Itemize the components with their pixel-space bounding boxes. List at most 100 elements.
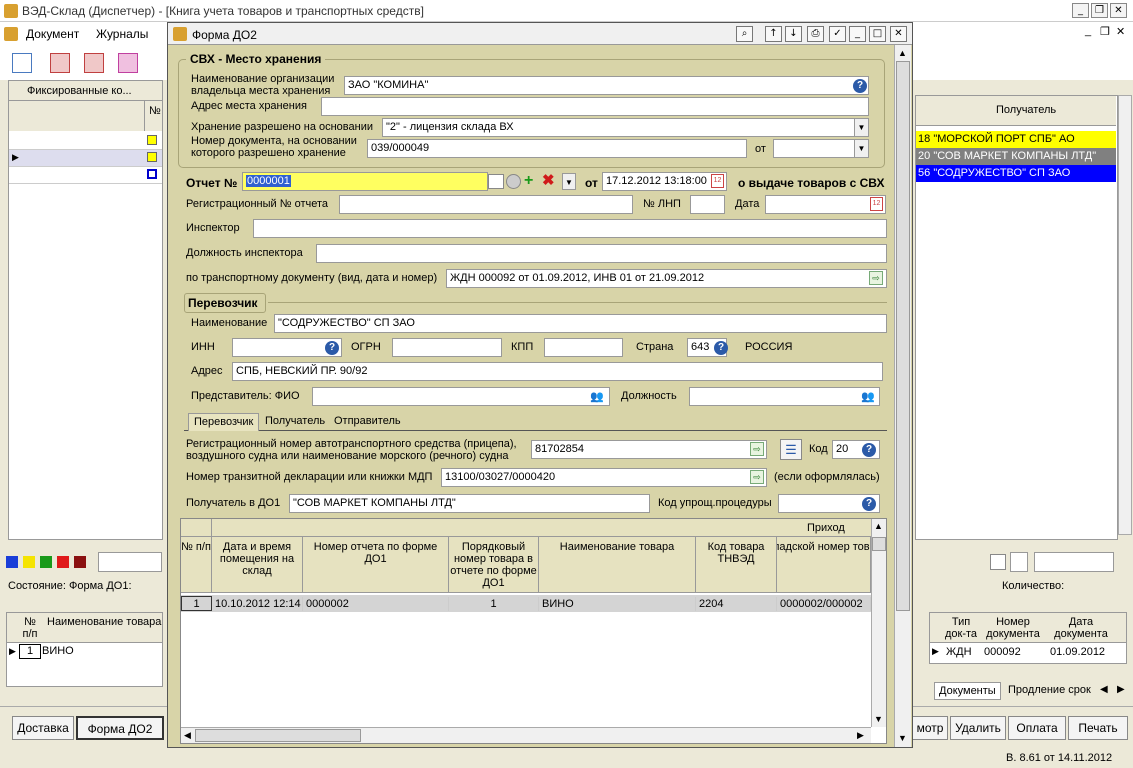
help-icon[interactable]: ? [862, 497, 876, 511]
table-row[interactable]: 1 10.10.2012 12:14 0000002 1 ВИНО 2204 0… [181, 595, 871, 612]
book-icon[interactable] [84, 53, 104, 73]
delivery-button[interactable]: Доставка [12, 716, 74, 740]
report-date-field[interactable]: 17.12.2012 13:18:00 [602, 172, 727, 191]
table-row[interactable]: 18 "МОРСКОЙ ПОРТ СПБ" АО [916, 131, 1116, 148]
report-number-field[interactable]: 0000001 [242, 172, 488, 191]
col-num[interactable]: № п/п [181, 537, 212, 593]
lnp-field[interactable] [690, 195, 725, 214]
inspector-field[interactable] [253, 219, 887, 238]
scroll-down-icon[interactable]: ▼ [898, 733, 907, 743]
print-button[interactable]: Печать [1068, 716, 1128, 740]
check-icon[interactable]: ✓ [829, 26, 846, 42]
chevron-down-icon[interactable]: ▼ [854, 119, 868, 136]
clear-icon[interactable] [506, 174, 521, 189]
edit-icon[interactable] [990, 554, 1006, 570]
chevron-down-icon[interactable]: ▼ [562, 173, 576, 190]
help-icon[interactable]: ? [862, 443, 876, 457]
tab-scroll-left-icon[interactable]: ◀ [1100, 684, 1108, 695]
scroll-thumb[interactable] [872, 537, 886, 551]
close-icon[interactable]: ✕ [890, 26, 907, 42]
people-icon[interactable]: 👥 [589, 390, 605, 404]
minimize-icon[interactable]: _ [849, 26, 866, 42]
payment-button[interactable]: Оплата [1008, 716, 1066, 740]
color-swatch[interactable] [40, 556, 52, 568]
color-swatch[interactable] [23, 556, 35, 568]
org-field[interactable]: ЗАО "КОМИНА" [344, 76, 869, 95]
chevron-down-icon[interactable]: ▼ [854, 140, 868, 157]
table-row[interactable]: ▶ [9, 150, 162, 167]
table-row[interactable] [9, 167, 162, 184]
right-scrollbar[interactable] [1118, 95, 1132, 535]
table-row[interactable] [9, 133, 162, 150]
list-icon[interactable]: ☰ [780, 439, 802, 460]
people-icon[interactable]: 👥 [860, 390, 876, 404]
carrier-address-field[interactable]: СПБ, НЕВСКИЙ ПР. 90/92 [232, 362, 883, 381]
book-icon[interactable] [118, 53, 138, 73]
reg-number-field[interactable] [339, 195, 633, 214]
new-doc-icon[interactable] [12, 53, 32, 73]
rep-position-field[interactable] [689, 387, 880, 406]
table-row[interactable]: 20 "СОВ МАРКЕТ КОМПАНЫ ЛТД" [916, 148, 1116, 165]
table-row[interactable]: ▶ 1 ВИНО [7, 644, 162, 660]
representative-field[interactable] [312, 387, 610, 406]
add-icon[interactable]: + [524, 172, 533, 189]
goto-icon[interactable]: ⇨ [750, 470, 764, 484]
quantity-input[interactable] [1034, 552, 1114, 572]
small-input[interactable] [1010, 552, 1028, 572]
preview-icon[interactable]: ⌕ [736, 26, 753, 42]
vehicle-reg-field[interactable]: 81702854 [531, 440, 767, 459]
left-grid-header[interactable]: Фиксированные ко... [27, 85, 132, 97]
menu-journals[interactable]: Журналы [96, 27, 148, 41]
scroll-up-icon[interactable]: ▲ [874, 521, 883, 531]
recipient-field[interactable]: "СОВ МАРКЕТ КОМПАНЫ ЛТД" [289, 494, 650, 513]
book-icon[interactable] [50, 53, 70, 73]
kpp-field[interactable] [544, 338, 623, 357]
color-swatch[interactable] [6, 556, 18, 568]
help-icon[interactable]: ? [853, 79, 867, 93]
ogrn-field[interactable] [392, 338, 502, 357]
help-icon[interactable]: ? [714, 341, 728, 355]
delete-icon[interactable]: ✖ [542, 172, 555, 189]
col-warehouse-num[interactable]: Складской номер товара [777, 537, 871, 593]
goto-icon[interactable]: ⇨ [750, 442, 764, 456]
tab-documents[interactable]: Документы [934, 682, 1001, 700]
color-swatch[interactable] [74, 556, 86, 568]
view-button[interactable]: мотр [912, 716, 948, 740]
col-order-num[interactable]: Порядковый номер товара в отчете по форм… [449, 537, 539, 593]
close-button[interactable]: ✕ [1110, 3, 1127, 18]
tab-carrier[interactable]: Перевозчик [188, 413, 260, 431]
arrow-down-icon[interactable]: ↓ [785, 26, 802, 42]
col-date[interactable]: Дата и время помещения на склад [212, 537, 303, 593]
goto-icon[interactable]: ⇨ [869, 271, 883, 285]
print-icon[interactable]: ⎙ [807, 26, 824, 42]
menu-document[interactable]: Документ [26, 27, 79, 41]
col-tnved[interactable]: Код товара ТНВЭД [696, 537, 777, 593]
col-goods-name[interactable]: Наименование товара [539, 537, 696, 593]
calendar-icon[interactable]: 12 [711, 174, 724, 188]
calendar-icon[interactable]: 12 [870, 197, 883, 211]
maximize-icon[interactable]: □ [869, 26, 886, 42]
minimize-button[interactable]: _ [1072, 3, 1089, 18]
tab-recipient[interactable]: Получатель [260, 413, 330, 431]
delete-button[interactable]: Удалить [950, 716, 1006, 740]
help-icon[interactable]: ? [325, 341, 339, 355]
dialog-scrollbar[interactable]: ▲ ▼ [894, 45, 911, 747]
tab-sender[interactable]: Отправитель [329, 413, 406, 431]
scroll-down-icon[interactable]: ▼ [874, 714, 883, 724]
col-report-num[interactable]: Номер отчета по форме ДО1 [303, 537, 449, 593]
inspector-position-field[interactable] [316, 244, 887, 263]
hscroll-thumb[interactable] [195, 729, 361, 742]
basis-select[interactable]: "2" - лицензия склада ВХ [382, 118, 869, 137]
transport-doc-field[interactable]: ЖДН 000092 от 01.09.2012, ИНВ 01 от 21.0… [446, 269, 887, 288]
scroll-thumb[interactable] [896, 61, 910, 611]
doc-number-field[interactable]: 039/000049 [367, 139, 747, 158]
mdi-restore-icon[interactable]: ❐ [1100, 25, 1110, 38]
tab-scroll-right-icon[interactable]: ▶ [1117, 684, 1125, 695]
filter-input[interactable] [98, 552, 162, 572]
transit-field[interactable]: 13100/03027/0000420 [441, 468, 767, 487]
color-swatch[interactable] [57, 556, 69, 568]
restore-button[interactable]: ❐ [1091, 3, 1108, 18]
mdi-minimize-icon[interactable]: _ [1085, 25, 1091, 37]
table-row[interactable]: 56 "СОДРУЖЕСТВО" СП ЗАО [916, 165, 1116, 182]
scroll-right-icon[interactable]: ▶ [857, 730, 864, 741]
